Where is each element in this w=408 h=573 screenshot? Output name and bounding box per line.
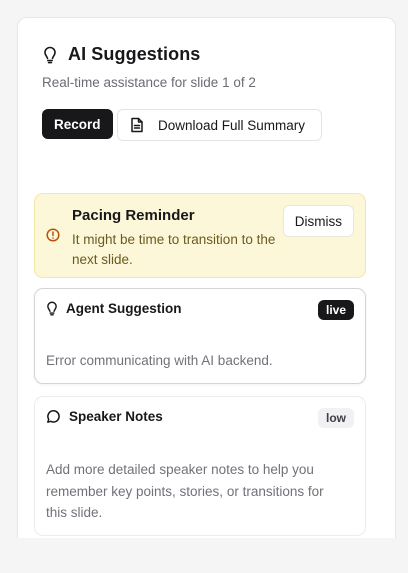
live-badge: live <box>317 300 354 320</box>
agent-suggestion-card: Agent Suggestion live Error communicatin… <box>34 288 366 384</box>
lightbulb-icon <box>46 301 58 316</box>
speaker-notes-card: Speaker Notes low Add more detailed spea… <box>34 396 366 536</box>
download-summary-button[interactable]: Download Full Summary <box>117 109 322 141</box>
agent-suggestion-message: Error communicating with AI backend. <box>46 353 273 368</box>
agent-suggestion-title: Agent Suggestion <box>66 301 182 316</box>
lightbulb-icon <box>42 46 58 64</box>
speaker-notes-header: Speaker Notes <box>46 409 163 424</box>
download-summary-label: Download Full Summary <box>158 117 306 133</box>
pacing-reminder-message: It might be time to transition to the ne… <box>72 232 276 267</box>
record-button[interactable]: Record <box>42 109 113 139</box>
dismiss-button[interactable]: Dismiss <box>282 205 354 237</box>
pacing-reminder-card: Pacing Reminder It might be time to tran… <box>34 193 366 278</box>
priority-badge: low <box>318 408 354 428</box>
chat-bubble-icon <box>46 409 61 424</box>
alert-circle-icon <box>46 228 60 247</box>
speaker-notes-message: Add more detailed speaker notes to help … <box>46 462 324 520</box>
panel-title: AI Suggestions <box>68 44 201 64</box>
ai-suggestions-panel: AI Suggestions Real-time assistance for … <box>17 17 396 538</box>
panel-subtitle: Real-time assistance for slide 1 of 2 <box>42 75 256 90</box>
agent-suggestion-header: Agent Suggestion <box>46 301 182 316</box>
pacing-reminder-title: Pacing Reminder <box>72 207 195 224</box>
page-footer-area <box>0 538 408 573</box>
speaker-notes-title: Speaker Notes <box>69 409 163 424</box>
panel-header: AI Suggestions <box>42 44 200 65</box>
document-icon <box>130 117 144 133</box>
